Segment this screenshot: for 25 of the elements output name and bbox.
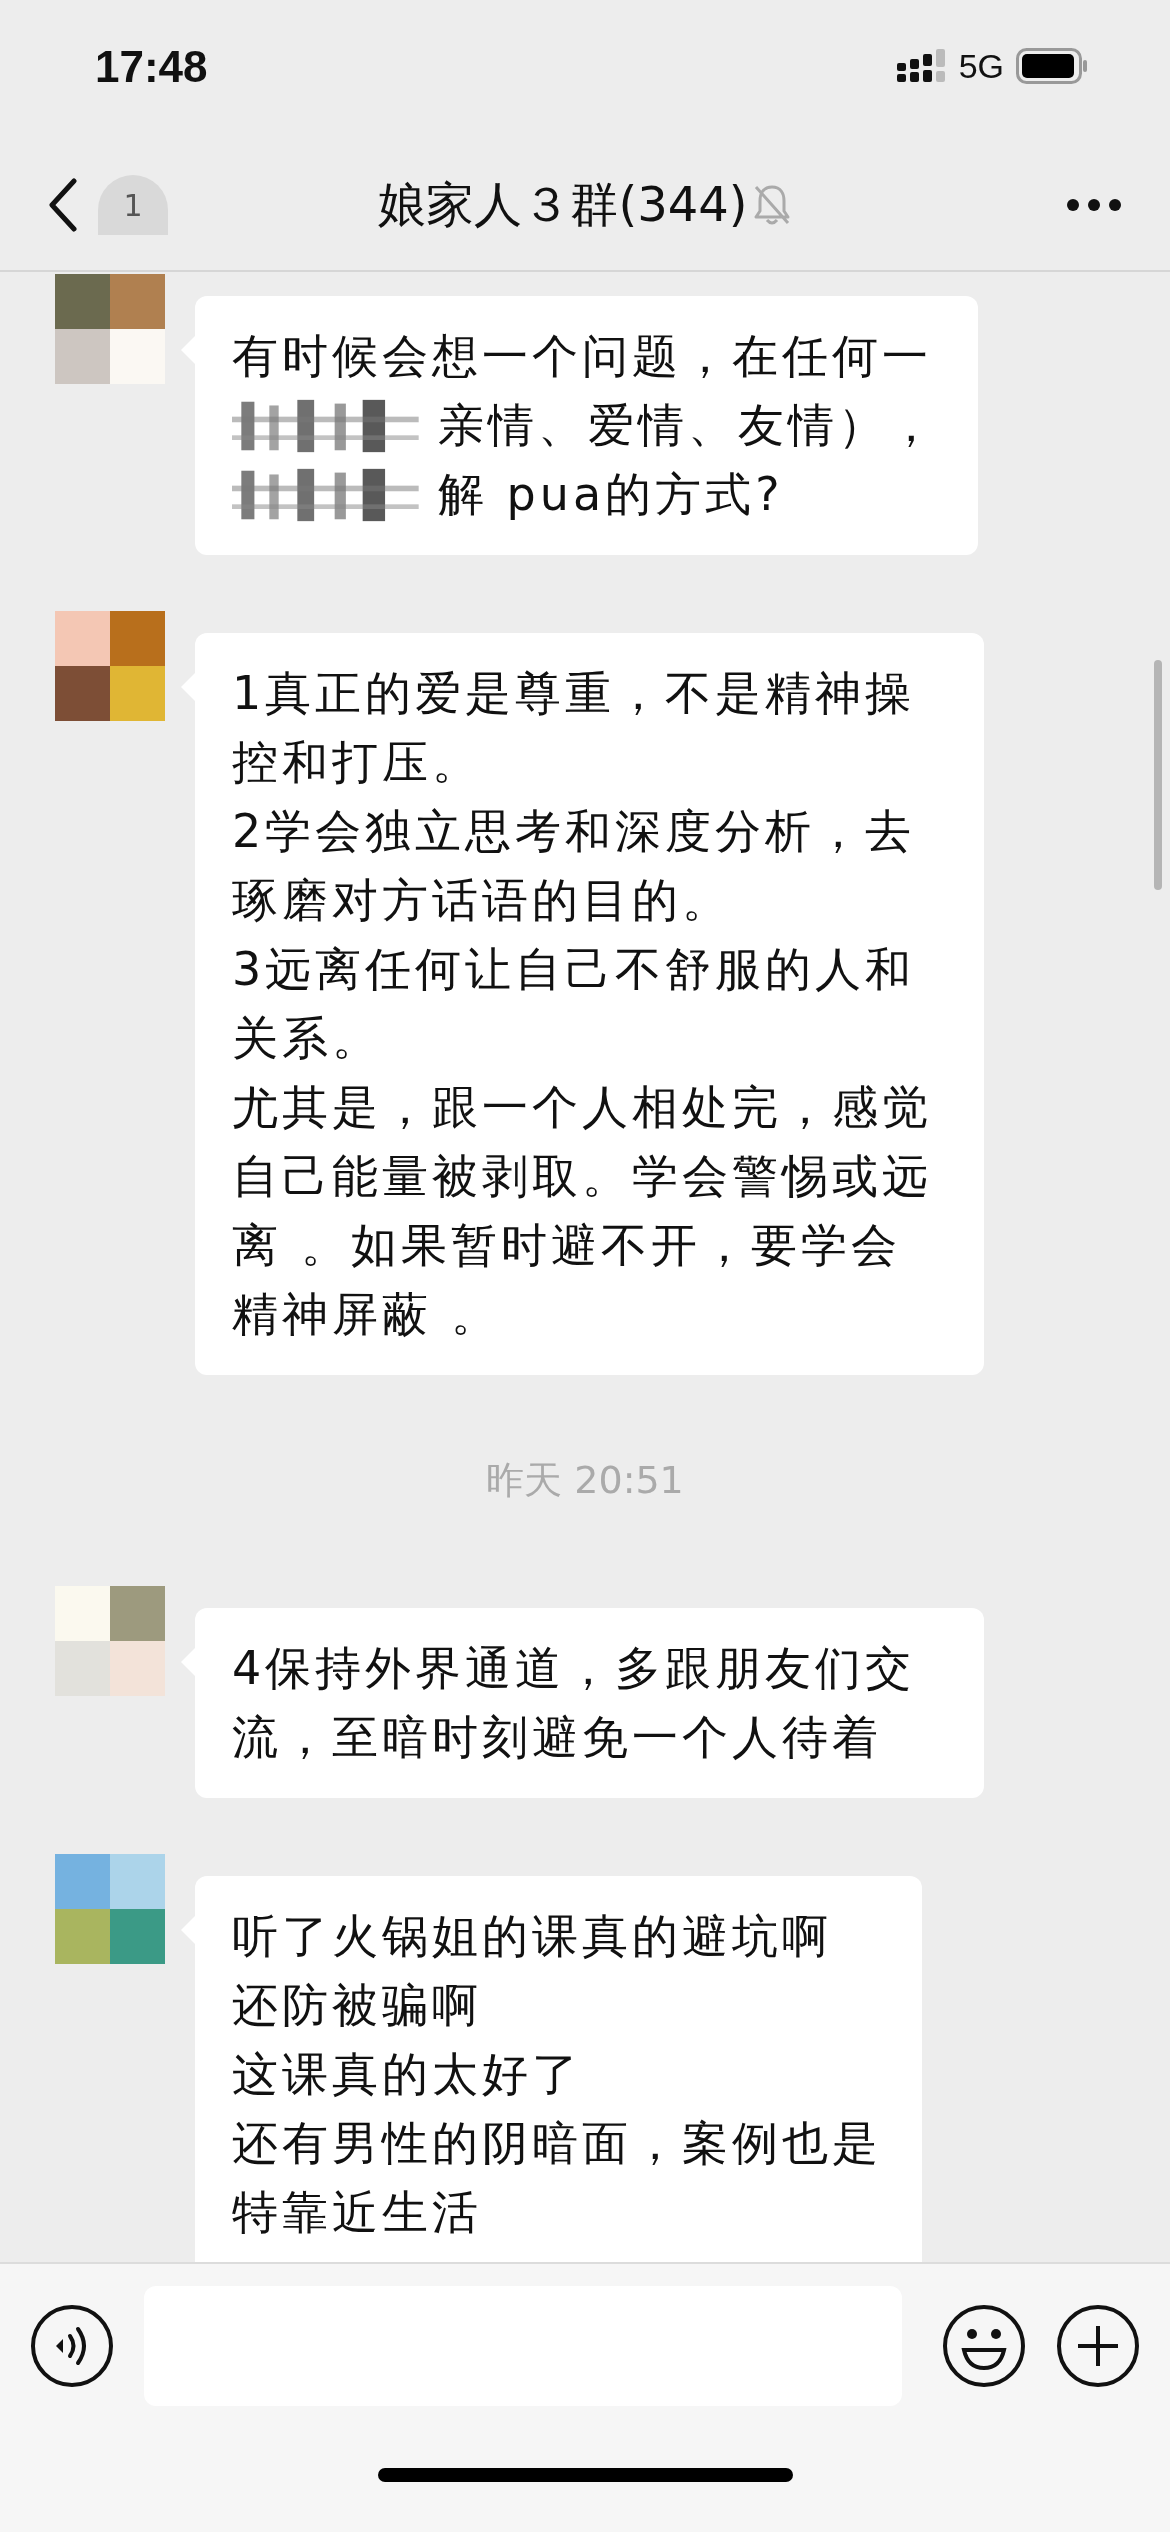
message-text: 1真正的爱是尊重，不是精神操控和打压。 bbox=[232, 665, 917, 791]
message-text: 这课真的太好了 bbox=[232, 2046, 582, 2103]
status-time: 17:48 bbox=[95, 42, 208, 92]
timestamp: 昨天 20:51 bbox=[486, 1457, 684, 1504]
voice-icon[interactable] bbox=[30, 2304, 114, 2388]
message-text: 3远离任何让自己不舒服的人和关系。 bbox=[232, 941, 917, 1067]
message-text: 尤其是，跟一个人相处完，感觉自己能量被剥取。学会警惕或远离 。如果暂时避不开，要学会精神屏蔽 。 bbox=[232, 1079, 933, 1343]
network-label: 5G bbox=[958, 46, 1004, 86]
more-icon[interactable] bbox=[1066, 198, 1122, 212]
message-text: 特靠近生活 bbox=[232, 2184, 482, 2241]
message-text: 还有男性的阴暗面，案例也是 bbox=[232, 2115, 882, 2172]
message-text: 2学会独立思考和深度分析，去琢磨对方话语的目的。 bbox=[232, 803, 917, 929]
signal-icon bbox=[896, 49, 947, 83]
battery-icon bbox=[1016, 48, 1088, 84]
message-text: 还防被骗啊 bbox=[232, 1977, 482, 2034]
chat-title: 娘家人３群(344) bbox=[378, 175, 748, 234]
unread-badge: 1 bbox=[98, 175, 168, 235]
message-text: 亲情、爱情、友情）， bbox=[438, 397, 938, 454]
back-icon[interactable] bbox=[48, 178, 78, 232]
message-text: 解 pua的方式? bbox=[438, 466, 784, 523]
message-text: 听了火锅姐的课真的避坑啊 bbox=[232, 1908, 832, 1965]
plus-icon[interactable] bbox=[1056, 2304, 1140, 2388]
emoji-icon[interactable] bbox=[942, 2304, 1026, 2388]
message-text: 有时候会想一个问题，在任何一 bbox=[232, 328, 932, 385]
message-text: 4保持外界通道，多跟朋友们交流，至暗时刻避免一个人待着 bbox=[232, 1640, 917, 1766]
